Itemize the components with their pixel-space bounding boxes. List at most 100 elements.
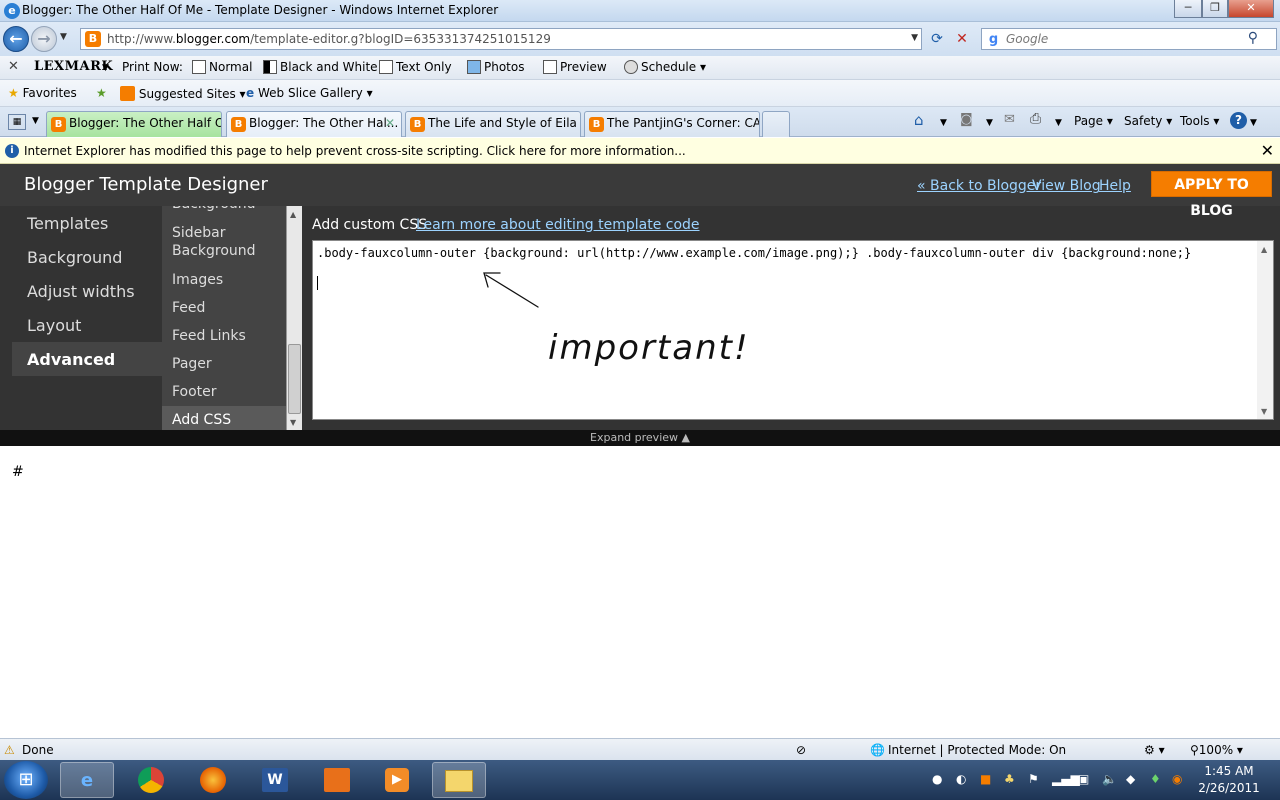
- suggested-sites-button[interactable]: Suggested Sites ▾: [120, 86, 246, 101]
- forward-button[interactable]: →: [31, 26, 57, 52]
- tab-life-style[interactable]: B The Life and Style of Eila: [405, 111, 581, 137]
- explorer-taskbar-icon[interactable]: [432, 762, 486, 798]
- nav-advanced[interactable]: Advanced: [12, 342, 162, 376]
- word-taskbar-icon[interactable]: W: [248, 762, 302, 798]
- scroll-down-icon[interactable]: ▼: [290, 418, 296, 427]
- home-icon[interactable]: ⌂: [914, 111, 924, 129]
- close-toolbar-icon[interactable]: ✕: [8, 59, 19, 74]
- tray-icon-3[interactable]: ■: [980, 772, 991, 786]
- print-photos-button[interactable]: Photos: [467, 60, 524, 74]
- address-bar[interactable]: B http://www.blogger.com/template-editor…: [80, 28, 922, 50]
- tray-icon-10[interactable]: ♦: [1150, 772, 1161, 786]
- chrome-taskbar-icon[interactable]: [124, 762, 178, 798]
- stop-icon[interactable]: ✕: [951, 29, 973, 49]
- tray-icon-9[interactable]: ◆: [1126, 772, 1135, 786]
- refresh-icon[interactable]: ⟳: [926, 29, 948, 49]
- new-tab-button[interactable]: [762, 111, 790, 137]
- expand-arrow-icon[interactable]: ▲: [682, 431, 690, 444]
- editor-scrollbar[interactable]: ▲ ▼: [1257, 241, 1273, 419]
- print-dropdown-icon[interactable]: ▼: [1055, 118, 1062, 128]
- protected-mode-icon[interactable]: ⚙ ▾: [1144, 743, 1165, 757]
- view-blog-link[interactable]: View Blog: [1032, 178, 1101, 194]
- help-link[interactable]: Help: [1099, 178, 1131, 194]
- subnav-images[interactable]: Images: [162, 266, 286, 294]
- address-url[interactable]: http://www.blogger.com/template-editor.g…: [107, 32, 551, 46]
- quick-tabs-icon[interactable]: ▦: [8, 114, 26, 130]
- subnav-scrollbar[interactable]: ▲ ▼: [286, 206, 302, 430]
- add-favorite-icon[interactable]: ★: [96, 86, 107, 100]
- scroll-up-icon[interactable]: ▲: [290, 210, 296, 219]
- home-dropdown-icon[interactable]: ▼: [940, 118, 947, 128]
- print-normal-button[interactable]: Normal: [192, 60, 252, 74]
- apply-to-blog-button[interactable]: APPLY TO BLOG: [1151, 171, 1272, 219]
- tab-list-dropdown-icon[interactable]: ▼: [32, 116, 39, 126]
- schedule-button[interactable]: Schedule ▾: [624, 60, 706, 74]
- subnav-pager[interactable]: Pager: [162, 350, 286, 378]
- learn-more-link[interactable]: Learn more about editing template code: [416, 217, 700, 233]
- close-tab-icon[interactable]: ✕: [385, 116, 395, 130]
- print-text-only-button[interactable]: Text Only: [379, 60, 452, 74]
- print-preview-button[interactable]: Preview: [543, 60, 607, 74]
- tools-menu[interactable]: Tools ▾: [1180, 114, 1219, 128]
- close-window-button[interactable]: ✕: [1228, 0, 1274, 18]
- nav-adjust-widths[interactable]: Adjust widths: [12, 274, 162, 308]
- web-slice-gallery-button[interactable]: e Web Slice Gallery ▾: [246, 86, 373, 100]
- tray-icon-1[interactable]: ●: [932, 772, 942, 786]
- custom-css-editor[interactable]: .body-fauxcolumn-outer {background: url(…: [312, 240, 1274, 420]
- safety-menu[interactable]: Safety ▾: [1124, 114, 1172, 128]
- page-menu[interactable]: Page ▾: [1074, 114, 1113, 128]
- print-icon[interactable]: ⎙: [1030, 111, 1041, 127]
- privacy-icon[interactable]: ⊘: [796, 743, 806, 757]
- subnav-add-css[interactable]: Add CSS: [162, 406, 286, 430]
- tab-pantjing[interactable]: B The PantjinG's Corner: CA...: [584, 111, 760, 137]
- subnav-feed-links[interactable]: Feed Links: [162, 322, 286, 350]
- subnav-background[interactable]: Background: [162, 206, 286, 220]
- recent-pages-dropdown-icon[interactable]: ▼: [60, 32, 67, 42]
- presentation-app-taskbar-icon[interactable]: [310, 762, 364, 798]
- favorites-button[interactable]: ★ Favorites: [8, 86, 77, 100]
- internet-explorer-taskbar-icon[interactable]: e: [60, 762, 114, 798]
- network-signal-icon[interactable]: ▂▄▆: [1052, 772, 1080, 786]
- close-info-bar-icon[interactable]: ✕: [1261, 141, 1274, 160]
- editor-scroll-up-icon[interactable]: ▲: [1261, 245, 1267, 254]
- tray-icon-2[interactable]: ◐: [956, 772, 966, 786]
- volume-icon[interactable]: 🔈: [1102, 772, 1117, 786]
- nav-layout[interactable]: Layout: [12, 308, 162, 342]
- print-black-white-button[interactable]: Black and White: [263, 60, 378, 74]
- subnav-feed[interactable]: Feed: [162, 294, 286, 322]
- tab-blogger-1[interactable]: BBlogger: The Other Half Of...: [46, 111, 222, 137]
- minimize-button[interactable]: ─: [1174, 0, 1202, 18]
- firefox-taskbar-icon[interactable]: [186, 762, 240, 798]
- information-bar[interactable]: i Internet Explorer has modified this pa…: [0, 138, 1280, 164]
- security-zone[interactable]: Internet | Protected Mode: On: [888, 743, 1066, 757]
- start-button[interactable]: ⊞: [4, 761, 48, 799]
- expand-preview-bar[interactable]: Expand preview ▲: [0, 430, 1280, 446]
- tray-icon-7[interactable]: ▣: [1078, 772, 1089, 786]
- read-mail-icon[interactable]: ✉: [1004, 112, 1015, 127]
- search-icon[interactable]: ⚲: [1248, 30, 1258, 46]
- help-dropdown-icon[interactable]: ▼: [1250, 118, 1257, 128]
- tray-icon-5[interactable]: ⚑: [1028, 772, 1039, 786]
- maximize-button[interactable]: ❐: [1202, 0, 1228, 18]
- expand-preview-label[interactable]: Expand preview: [590, 431, 678, 444]
- help-icon[interactable]: ?: [1230, 112, 1247, 129]
- address-dropdown-icon[interactable]: ▼: [911, 33, 918, 43]
- tray-icon-11[interactable]: ◉: [1172, 772, 1182, 786]
- nav-background[interactable]: Background: [12, 240, 162, 274]
- lexmark-dropdown-icon[interactable]: ▼: [102, 63, 109, 73]
- info-bar-message[interactable]: Internet Explorer has modified this page…: [24, 144, 686, 158]
- system-clock[interactable]: 1:45 AM 2/26/2011: [1190, 763, 1268, 797]
- feeds-dropdown-icon[interactable]: ▼: [986, 118, 993, 128]
- zoom-level[interactable]: ⚲100% ▾: [1190, 743, 1243, 757]
- editor-scroll-down-icon[interactable]: ▼: [1261, 407, 1267, 416]
- back-button[interactable]: ←: [3, 26, 29, 52]
- nav-templates[interactable]: Templates: [12, 206, 162, 240]
- scroll-thumb[interactable]: [288, 344, 301, 414]
- subnav-footer[interactable]: Footer: [162, 378, 286, 406]
- media-player-taskbar-icon[interactable]: ▶: [370, 762, 424, 798]
- tray-icon-4[interactable]: ♣: [1004, 772, 1015, 786]
- tab-blogger-2[interactable]: B Blogger: The Other Hal... ✕: [226, 111, 402, 137]
- css-code[interactable]: .body-fauxcolumn-outer {background: url(…: [317, 245, 1252, 261]
- feeds-icon[interactable]: ◙: [960, 112, 973, 127]
- search-input[interactable]: g Google ⚲: [981, 28, 1277, 50]
